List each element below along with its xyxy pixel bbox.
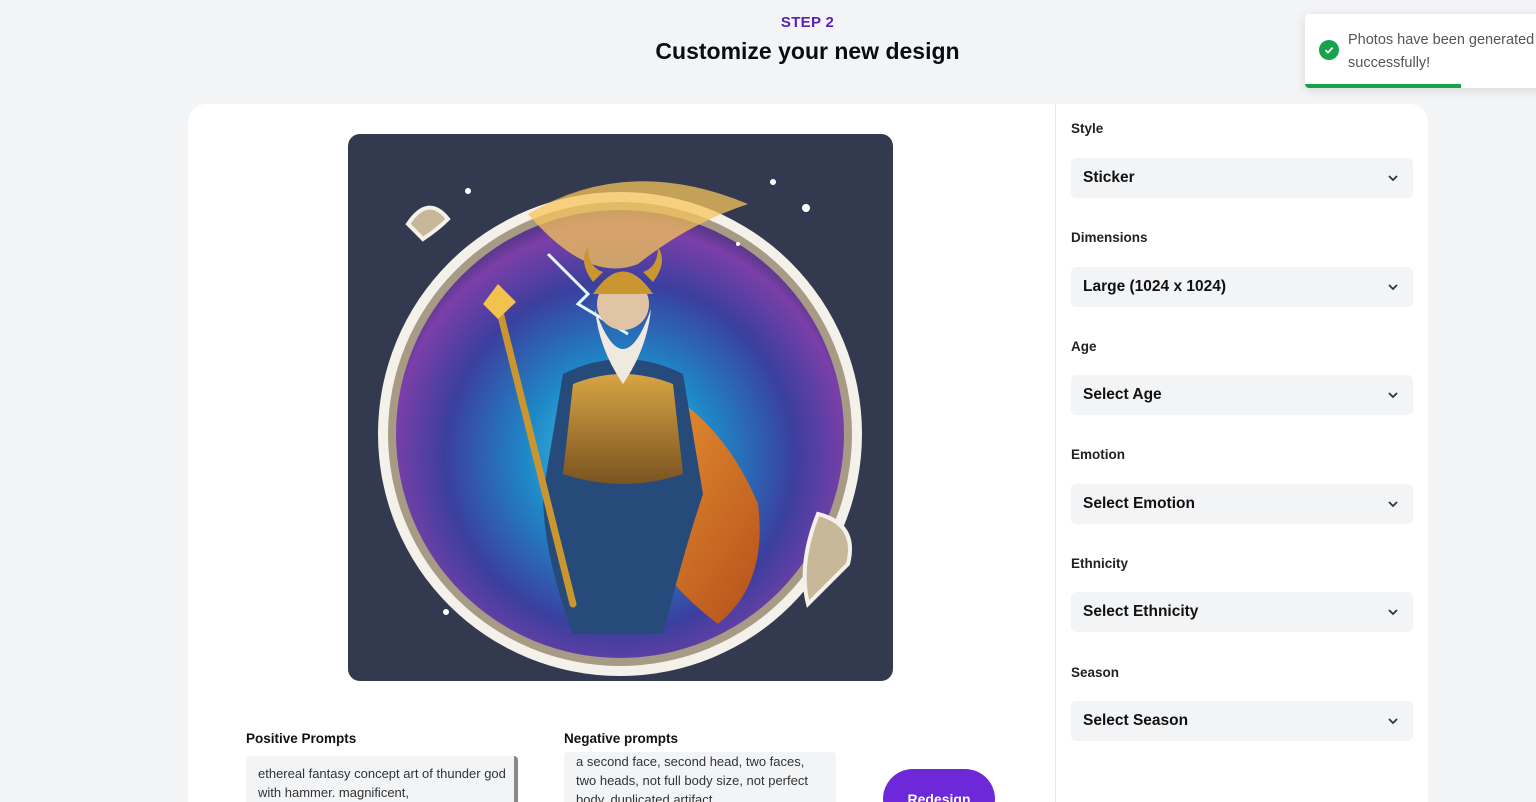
style-label: Style xyxy=(1071,121,1104,136)
chevron-down-icon xyxy=(1388,501,1398,508)
generated-image xyxy=(348,134,893,681)
chevron-down-icon xyxy=(1388,718,1398,725)
season-value: Select Season xyxy=(1083,712,1189,729)
positive-prompts-scrollbar[interactable] xyxy=(514,756,518,802)
sticker-illustration xyxy=(378,179,862,676)
style-select[interactable]: Sticker xyxy=(1071,158,1413,198)
chevron-down-icon xyxy=(1388,175,1398,182)
negative-prompts-label: Negative prompts xyxy=(564,731,679,746)
chevron-down-icon xyxy=(1388,609,1398,616)
negative-prompts-input[interactable]: a second face, second head, two faces, t… xyxy=(564,752,836,802)
ethnicity-value: Select Ethnicity xyxy=(1083,603,1199,620)
season-select[interactable]: Select Season xyxy=(1071,701,1413,741)
ethnicity-select[interactable]: Select Ethnicity xyxy=(1071,592,1413,632)
age-label: Age xyxy=(1071,339,1097,354)
positive-prompts-text: ethereal fantasy concept art of thunder … xyxy=(258,766,506,800)
toast-message: Photos have been generated successfully! xyxy=(1348,32,1535,71)
style-value: Sticker xyxy=(1083,169,1135,186)
check-circle-icon xyxy=(1319,40,1339,60)
chevron-down-icon xyxy=(1388,392,1398,399)
ethnicity-label: Ethnicity xyxy=(1071,556,1129,571)
age-select[interactable]: Select Age xyxy=(1071,375,1413,415)
dimensions-label: Dimensions xyxy=(1071,230,1148,245)
emotion-value: Select Emotion xyxy=(1083,495,1195,512)
positive-prompts-input[interactable]: ethereal fantasy concept art of thunder … xyxy=(246,756,518,802)
chevron-down-icon xyxy=(1388,284,1398,291)
toast-progress-bar xyxy=(1305,84,1461,88)
positive-prompts-label: Positive Prompts xyxy=(246,731,357,746)
success-toast[interactable]: Photos have been generated successfully! xyxy=(1305,14,1536,88)
emotion-select[interactable]: Select Emotion xyxy=(1071,484,1413,524)
panel-divider xyxy=(1055,104,1056,802)
dimensions-value: Large (1024 x 1024) xyxy=(1083,278,1227,295)
emotion-label: Emotion xyxy=(1071,447,1125,462)
dimensions-select[interactable]: Large (1024 x 1024) xyxy=(1071,267,1413,307)
redesign-button[interactable]: Redesign xyxy=(883,769,995,802)
season-label: Season xyxy=(1071,665,1120,680)
negative-prompts-text: a second face, second head, two faces, t… xyxy=(576,754,808,802)
age-value: Select Age xyxy=(1083,386,1162,403)
